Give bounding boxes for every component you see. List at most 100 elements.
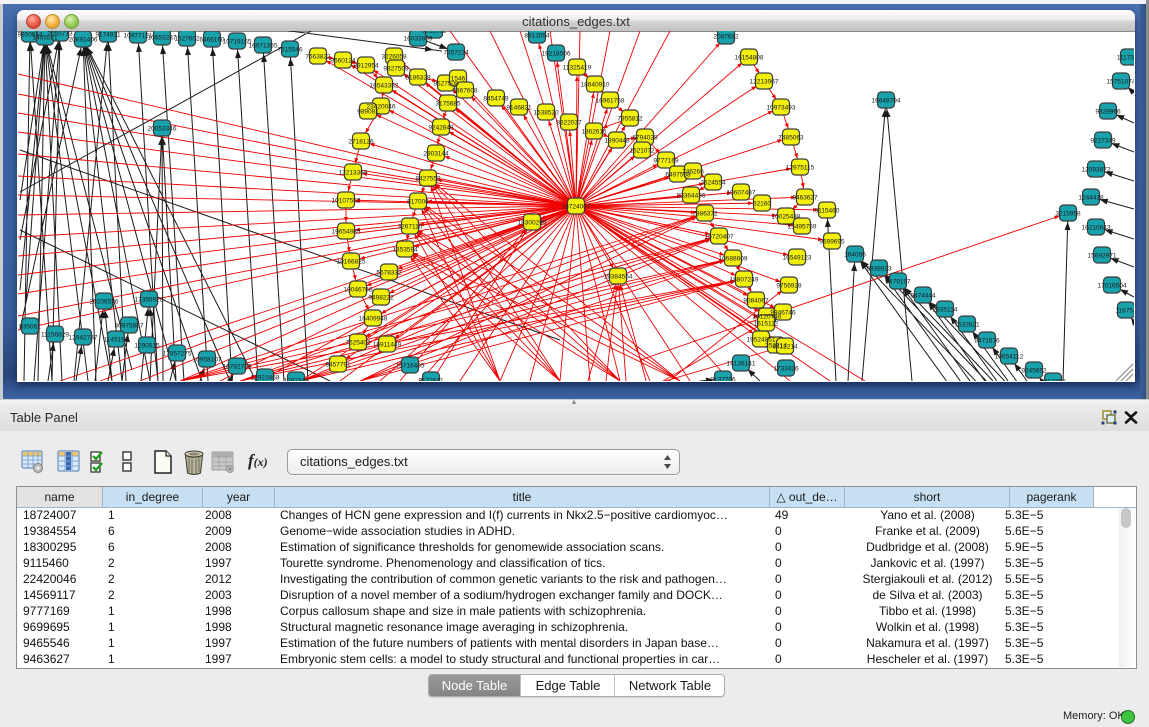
svg-text:1244418: 1244418: [1078, 195, 1104, 202]
svg-text:16782759: 16782759: [223, 364, 252, 371]
svg-text:8454749: 8454749: [483, 96, 509, 103]
svg-text:817006: 817006: [407, 199, 429, 206]
svg-text:30975887: 30975887: [115, 323, 144, 330]
svg-text:9132756: 9132756: [710, 377, 736, 382]
svg-text:8186328: 8186328: [405, 75, 431, 82]
svg-text:15720407: 15720407: [705, 234, 734, 241]
svg-text:1527602: 1527602: [174, 36, 200, 43]
svg-text:6794028: 6794028: [632, 135, 658, 142]
svg-text:9463627: 9463627: [792, 195, 818, 202]
svg-text:20053346: 20053346: [148, 126, 177, 133]
svg-text:9498222: 9498222: [368, 295, 394, 302]
svg-text:9699695: 9699695: [819, 239, 845, 246]
svg-text:6479197: 6479197: [885, 279, 911, 286]
svg-text:10025438: 10025438: [772, 214, 801, 221]
svg-text:7663822: 7663822: [305, 54, 331, 61]
svg-text:19654985: 19654985: [332, 229, 361, 236]
svg-text:19218506: 19218506: [542, 51, 571, 58]
svg-text:7625402: 7625402: [345, 340, 371, 347]
svg-text:9146821: 9146821: [506, 105, 532, 112]
svg-text:10688609: 10688609: [719, 256, 748, 263]
svg-text:935061: 935061: [19, 324, 41, 331]
svg-text:7632621: 7632621: [954, 322, 980, 329]
svg-text:10654112: 10654112: [995, 354, 1024, 361]
svg-text:17359928: 17359928: [135, 297, 164, 304]
svg-text:18300295: 18300295: [518, 220, 547, 227]
svg-text:10046768: 10046768: [344, 287, 373, 294]
svg-text:9242848: 9242848: [428, 125, 454, 132]
svg-text:9946746: 9946746: [770, 310, 796, 317]
svg-text:9174921: 9174921: [95, 32, 121, 39]
svg-text:7986372: 7986372: [692, 211, 718, 218]
svg-text:15716485: 15716485: [396, 363, 425, 370]
svg-text:14136141: 14136141: [727, 361, 756, 368]
svg-text:11156829: 11156829: [41, 332, 69, 339]
svg-text:16911449: 16911449: [373, 342, 402, 349]
svg-text:16671355: 16671355: [249, 43, 278, 50]
svg-text:20364436: 20364436: [677, 193, 706, 200]
svg-text:8471676: 8471676: [974, 338, 1000, 345]
svg-text:1117331: 1117331: [1117, 55, 1134, 62]
svg-text:9756928: 9756928: [776, 283, 802, 290]
svg-text:15692971: 15692971: [1088, 253, 1117, 260]
svg-text:18640910: 18640910: [581, 82, 610, 89]
svg-text:3226058: 3226058: [381, 54, 407, 61]
svg-text:16648794: 16648794: [872, 98, 901, 105]
svg-text:12975115: 12975115: [786, 165, 815, 172]
svg-text:10719155: 10719155: [223, 39, 252, 46]
svg-text:1145194: 1145194: [104, 337, 129, 344]
svg-text:20691406: 20691406: [69, 37, 98, 44]
svg-text:1621072: 1621072: [629, 148, 655, 155]
svg-text:9660124: 9660124: [330, 58, 356, 65]
svg-text:12213967: 12213967: [750, 79, 779, 86]
svg-text:19384554: 19384554: [604, 274, 633, 281]
svg-text:9827509: 9827509: [383, 66, 409, 73]
svg-text:3175685: 3175685: [435, 101, 461, 108]
svg-text:10107552: 10107552: [332, 198, 361, 205]
svg-text:8912954: 8912954: [353, 63, 379, 70]
svg-text:17957275: 17957275: [163, 351, 192, 358]
svg-text:16409948: 16409948: [359, 316, 388, 323]
svg-text:20206576: 20206576: [90, 299, 119, 306]
svg-text:16543382: 16543382: [370, 83, 399, 90]
svg-text:1092348: 1092348: [283, 378, 309, 382]
svg-text:3624554: 3624554: [700, 180, 726, 187]
svg-text:8322037: 8322037: [556, 120, 582, 127]
svg-text:7955812: 7955812: [617, 116, 643, 123]
svg-text:62160: 62160: [753, 201, 771, 208]
svg-text:7357224: 7357224: [443, 50, 469, 57]
svg-text:2718126: 2718126: [348, 139, 374, 146]
svg-text:9115460: 9115460: [815, 208, 840, 215]
svg-text:18724007: 18724007: [562, 204, 591, 211]
svg-text:989081: 989081: [357, 109, 379, 116]
svg-text:1290515: 1290515: [134, 343, 160, 350]
svg-text:19166825: 19166825: [337, 259, 366, 266]
svg-text:1362615: 1362615: [581, 129, 607, 136]
svg-text:17016504: 17016504: [1098, 283, 1127, 290]
svg-text:9412214: 9412214: [772, 344, 798, 351]
svg-text:15495759: 15495759: [788, 224, 817, 231]
svg-text:15751074: 15751074: [1107, 79, 1134, 86]
svg-text:7485063: 7485063: [778, 135, 804, 142]
svg-text:9172641: 9172641: [418, 378, 444, 382]
svg-text:1353594: 1353594: [392, 247, 418, 254]
svg-text:6466160: 6466160: [199, 37, 225, 44]
svg-text:16033809: 16033809: [404, 36, 433, 43]
svg-text:10958107: 10958107: [193, 357, 222, 364]
svg-text:164095: 164095: [844, 252, 866, 259]
svg-text:18807249: 18807249: [730, 277, 759, 284]
svg-text:9329966: 9329966: [1095, 109, 1121, 116]
svg-text:16154808: 16154808: [735, 55, 764, 62]
svg-text:10607487: 10607487: [727, 190, 756, 197]
svg-text:1990448: 1990448: [604, 138, 630, 145]
svg-text:12923468: 12923468: [251, 375, 280, 382]
svg-text:12213369: 12213369: [339, 170, 368, 177]
svg-text:10973493: 10973493: [767, 105, 796, 112]
svg-text:9245652: 9245652: [1021, 368, 1047, 375]
svg-text:1538520: 1538520: [533, 110, 559, 117]
svg-text:9227349: 9227349: [1090, 138, 1116, 145]
svg-text:9457791: 9457791: [325, 362, 351, 369]
svg-text:9474444: 9474444: [910, 293, 936, 300]
svg-text:8912311: 8912311: [422, 31, 447, 35]
svg-text:11325419: 11325419: [563, 65, 592, 72]
